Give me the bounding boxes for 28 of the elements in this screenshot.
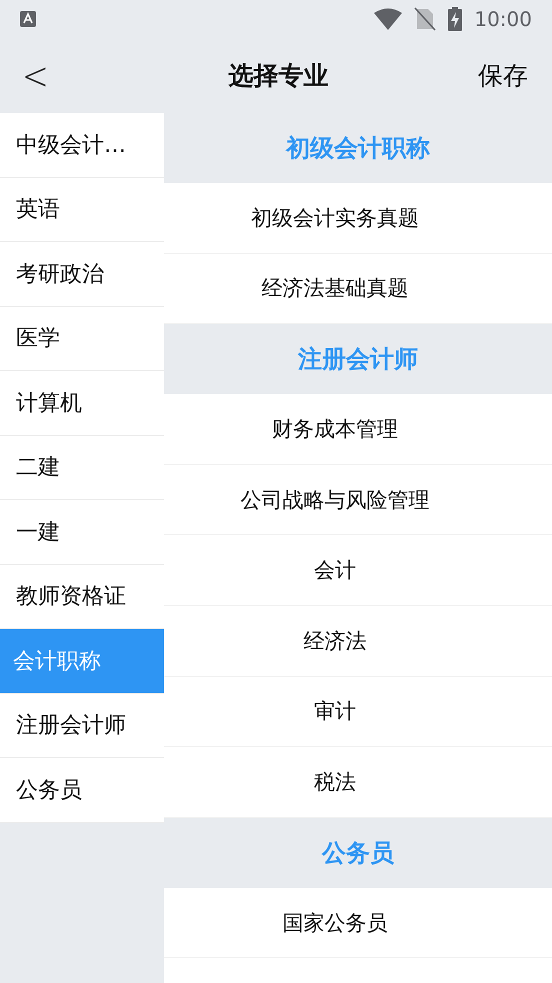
sidebar-item[interactable]: 公务员 — [0, 758, 164, 822]
list-item[interactable]: 经济法 — [164, 606, 552, 677]
list-item[interactable]: 公司战略与风险管理 — [164, 464, 552, 536]
no-sim-icon — [414, 7, 436, 31]
battery-charging-icon — [448, 7, 462, 31]
section-header: 初级会计职称 — [164, 113, 552, 183]
page-title: 选择专业 — [228, 60, 328, 92]
list-item[interactable]: 财务成本管理 — [164, 394, 552, 465]
list-item[interactable]: 国家公务员 — [164, 888, 552, 958]
sidebar-item[interactable]: 教师资格证 — [0, 564, 164, 629]
sidebar-item[interactable]: 一建 — [0, 500, 164, 564]
back-button[interactable]: < — [22, 52, 49, 98]
sidebar-item[interactable]: 中级会计… — [0, 113, 164, 178]
section-header: 公务员 — [164, 818, 552, 888]
sidebar-item[interactable]: 考研政治 — [0, 242, 164, 306]
list-item[interactable]: 初级会计实务真题 — [164, 183, 552, 254]
save-button[interactable]: 保存 — [478, 59, 528, 92]
wifi-icon — [374, 8, 402, 30]
sidebar-item[interactable]: 计算机 — [0, 371, 164, 436]
keyboard-icon — [20, 11, 36, 27]
sidebar-item[interactable]: 二建 — [0, 436, 164, 500]
list-item[interactable]: 审计 — [164, 676, 552, 748]
list-item[interactable]: 会计 — [164, 535, 552, 606]
section-header: 注册会计师 — [164, 324, 552, 394]
status-time: 10:00 — [474, 7, 532, 31]
sidebar-item[interactable]: 英语 — [0, 178, 164, 242]
sidebar-item[interactable]: 注册会计师 — [0, 694, 164, 758]
sidebar-item[interactable]: 医学 — [0, 306, 164, 371]
